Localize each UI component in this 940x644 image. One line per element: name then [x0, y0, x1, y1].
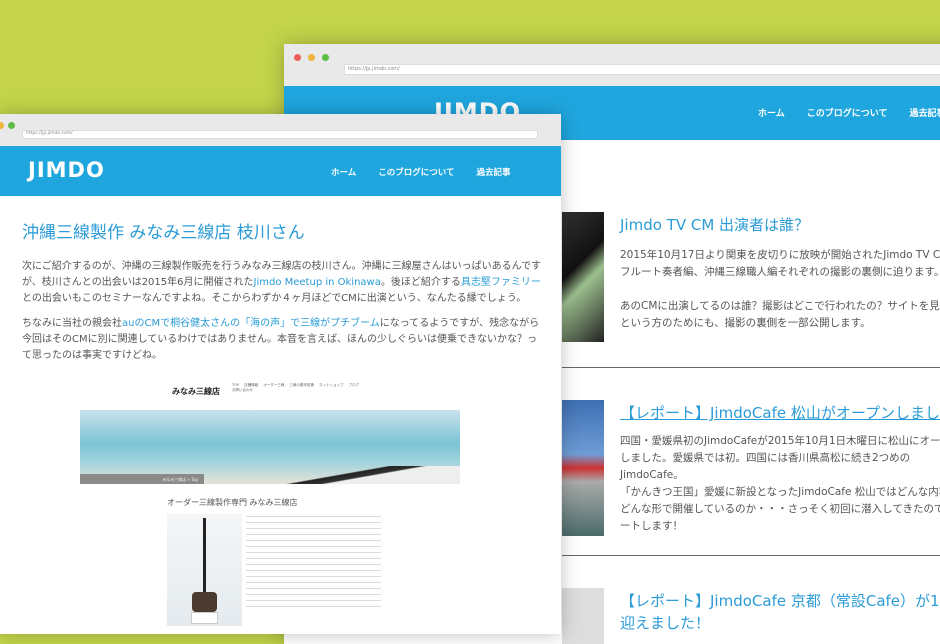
page-title: 沖縄三線製作 みなみ三線店 枝川さん: [22, 223, 305, 243]
sanshin-neck-image: [210, 466, 460, 484]
shop-logo: みなみ三線店: [172, 387, 220, 396]
post-thumbnail[interactable]: [562, 588, 604, 644]
hero-image: みなみ三線店 » Top: [80, 410, 460, 484]
minimize-dot-icon[interactable]: [0, 122, 4, 129]
post-excerpt: 2015年10月17日より関東を皮切りに放映が開始されたJimdo TV CM フ…: [620, 249, 940, 329]
post-thumbnail[interactable]: [562, 400, 604, 536]
jimdo-logo[interactable]: JIMDO: [28, 158, 105, 182]
divider: [562, 367, 940, 368]
nav-archive[interactable]: 過去記事: [909, 109, 940, 119]
sanshin-image: [167, 514, 242, 626]
nav-about-blog[interactable]: このブログについて: [378, 168, 454, 178]
maximize-dot-icon[interactable]: [322, 54, 329, 61]
nav-home[interactable]: ホーム: [758, 109, 785, 119]
shop-nav: TOP 店舗情報 オーダー三線 三線の基本知識 ネットショップ ブログ お問い合わ…: [232, 383, 360, 392]
meetup-link[interactable]: Jimdo Meetup in Okinawa: [254, 277, 381, 288]
divider: [562, 555, 940, 556]
browser-chrome: https://jp.jimdo.com/: [284, 44, 940, 86]
paragraph: 次にご紹介するのが、沖縄の三線製作販売を行うみなみ三線店の枝川さん。沖縄に三線屋…: [22, 261, 542, 304]
nav-about-blog[interactable]: このブログについて: [807, 109, 888, 119]
address-bar[interactable]: https://jp.jimdo.com/: [344, 64, 940, 75]
nav-home[interactable]: ホーム: [331, 168, 356, 178]
shop-heading: オーダー三線製作専門 みなみ三線店: [167, 498, 298, 507]
post-title[interactable]: Jimdo TV CM 出演者は誰？: [620, 214, 809, 235]
nav-archive[interactable]: 過去記事: [477, 168, 511, 178]
post-title[interactable]: 【レポート】JimdoCafe 京都（常設Cafe）が1周年 迎えました！: [620, 590, 940, 634]
paragraph: ちなみに当社の親会社auのCMで桐谷健太さんの「海の声」で三線がプチブームになっ…: [22, 318, 540, 361]
family-link[interactable]: 具志堅ファミリー: [461, 277, 541, 288]
embedded-site-screenshot[interactable]: みなみ三線店 TOP 店舗情報 オーダー三線 三線の基本知識 ネットショップ ブ…: [80, 380, 460, 634]
site-header: JIMDO ホーム このブログについて 過去記事: [0, 146, 561, 196]
front-browser-window: https://jp.jimdo.com/ JIMDO ホーム このブログについて…: [0, 114, 561, 634]
post-excerpt: 四国・愛媛県初のJimdoCafeが2015年10月1日木曜日に松山にオープ しま…: [620, 435, 940, 532]
shop-description-text: [246, 516, 381, 612]
minimize-dot-icon[interactable]: [308, 54, 315, 61]
post-title[interactable]: 【レポート】JimdoCafe 松山がオープンしました！: [620, 402, 940, 423]
browser-chrome: https://jp.jimdo.com/: [0, 114, 561, 146]
au-cm-link[interactable]: auのCMで桐谷健太さんの「海の声」で三線がプチブーム: [122, 318, 380, 329]
breadcrumb: みなみ三線店 » Top: [80, 474, 204, 484]
close-dot-icon[interactable]: [294, 54, 301, 61]
post-thumbnail[interactable]: [562, 212, 604, 342]
address-bar[interactable]: https://jp.jimdo.com/: [22, 130, 538, 139]
maximize-dot-icon[interactable]: [8, 122, 15, 129]
